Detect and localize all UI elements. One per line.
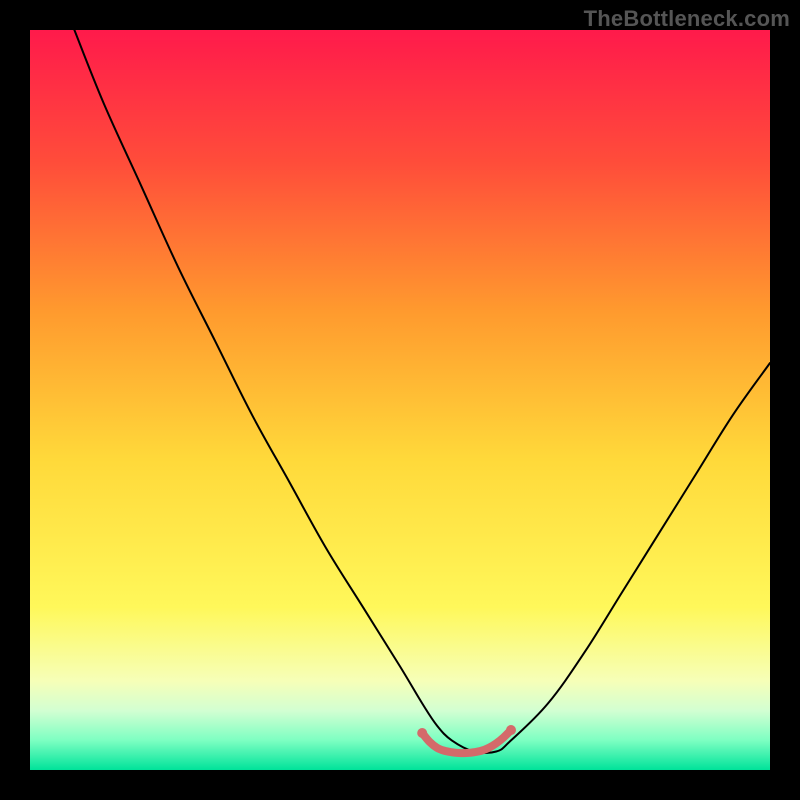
plot-area	[30, 30, 770, 770]
chart-svg	[30, 30, 770, 770]
chart-frame: TheBottleneck.com	[0, 0, 800, 800]
marker-endpoint	[506, 725, 516, 735]
marker-endpoint	[417, 728, 427, 738]
watermark-text: TheBottleneck.com	[584, 6, 790, 32]
gradient-background	[30, 30, 770, 770]
